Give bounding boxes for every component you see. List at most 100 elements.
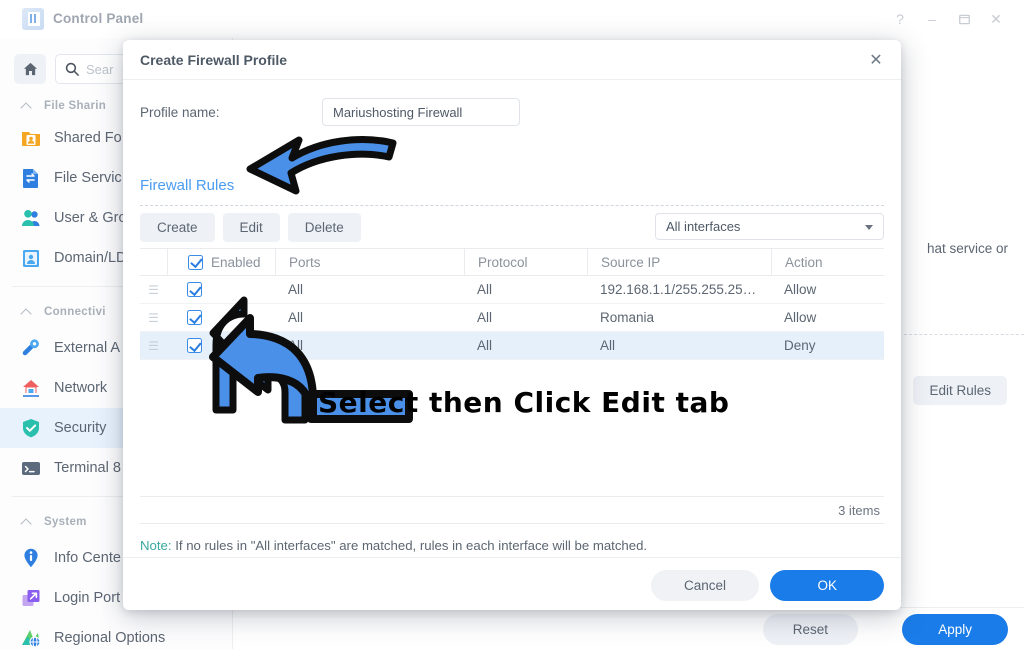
note-text: If no rules in "All interfaces" are matc… — [175, 538, 648, 553]
firewall-rules-heading: Firewall Rules — [140, 177, 235, 194]
external-access-icon — [20, 337, 42, 359]
delete-rule-button[interactable]: Delete — [287, 213, 361, 242]
table-row[interactable]: ☰ All All 192.168.1.1/255.255.25… Allow — [140, 276, 884, 304]
enabled-column-header: Enabled — [167, 249, 275, 275]
action-column-header[interactable]: Action — [771, 249, 884, 275]
home-button[interactable] — [14, 54, 46, 84]
terminal-icon — [20, 457, 42, 479]
window-controls: ? – ✕ — [884, 8, 1012, 30]
note-key: Note: — [140, 538, 172, 553]
help-button[interactable]: ? — [884, 8, 916, 30]
row-source-ip: 192.168.1.1/255.255.25… — [600, 282, 757, 297]
table-header-row: Enabled Ports Protocol Source IP Action — [140, 248, 884, 276]
background-divider — [904, 334, 1024, 335]
sidebar-item-label: Network — [54, 380, 108, 396]
profile-name-row: Profile name: Mariushosting Firewall — [140, 98, 520, 126]
close-button[interactable]: ✕ — [980, 8, 1012, 30]
annotation-text: Select then Click Edit tab — [318, 386, 730, 419]
sidebar-item-label: Login Port — [54, 590, 121, 606]
minimize-button[interactable]: – — [916, 8, 948, 30]
app-root: Control Panel ? – ✕ hat service or Edit … — [0, 0, 1024, 649]
table-row[interactable]: ☰ All All Romania Allow — [140, 304, 884, 332]
drag-handle-icon[interactable]: ☰ — [140, 311, 167, 325]
login-portal-icon — [20, 587, 42, 609]
note-interfaces: Note: If no rules in "All interfaces" ar… — [140, 538, 647, 553]
home-icon — [23, 62, 37, 76]
sidebar-item-label: Shared Fo — [54, 130, 122, 146]
row-enabled-checkbox[interactable] — [187, 310, 202, 325]
sidebar-item-label: User & Gro — [54, 210, 127, 226]
row-action: Deny — [784, 338, 816, 353]
row-ports: All — [288, 310, 304, 325]
chevron-down-icon — [865, 225, 873, 230]
row-action: Allow — [784, 282, 817, 297]
source-ip-column-header[interactable]: Source IP — [587, 249, 771, 275]
row-protocol: All — [477, 310, 493, 325]
sidebar-item-label: Security — [54, 420, 107, 436]
dialog-footer: Cancel OK — [123, 557, 901, 610]
create-firewall-profile-dialog: Create Firewall Profile ✕ Profile name: … — [123, 40, 901, 610]
sidebar-item-label: Domain/LD — [54, 250, 127, 266]
sidebar-group-label: System — [44, 516, 87, 528]
profile-name-label: Profile name: — [140, 104, 220, 120]
row-action: Allow — [784, 310, 817, 325]
interface-select[interactable]: All interfaces — [655, 213, 884, 240]
file-services-icon — [20, 167, 42, 189]
sidebar-item-label: Terminal 8 — [54, 460, 121, 476]
row-enabled-cell — [167, 276, 275, 303]
rules-toolbar: Create Edit Delete — [140, 213, 361, 242]
row-source-ip: All — [600, 338, 616, 353]
cancel-button[interactable]: Cancel — [650, 570, 759, 601]
create-rule-button[interactable]: Create — [140, 213, 215, 242]
search-placeholder: Sear — [86, 61, 114, 77]
search-icon — [65, 62, 79, 76]
regional-options-icon — [20, 627, 42, 649]
reset-button[interactable]: Reset — [762, 614, 858, 645]
row-enabled-cell — [167, 332, 275, 359]
table-row[interactable]: ☰ All All All Deny — [140, 332, 884, 360]
drag-handle-icon[interactable]: ☰ — [140, 283, 167, 297]
background-description-text: hat service or — [926, 241, 1008, 256]
ok-button[interactable]: OK — [770, 570, 884, 601]
row-ports: All — [288, 338, 304, 353]
interface-select-value: All interfaces — [666, 219, 741, 234]
section-divider — [140, 205, 884, 206]
edit-rule-button[interactable]: Edit — [222, 213, 280, 242]
row-protocol: All — [477, 338, 493, 353]
sidebar-item-regional-options[interactable]: Regional Options — [0, 618, 232, 649]
row-enabled-checkbox[interactable] — [187, 282, 202, 297]
sidebar-item-label: File Servic — [54, 170, 122, 186]
shared-folder-icon — [20, 127, 42, 149]
protocol-column-header[interactable]: Protocol — [464, 249, 587, 275]
dialog-title: Create Firewall Profile — [140, 52, 288, 68]
domain-ldap-icon — [20, 247, 42, 269]
chevron-up-icon — [22, 307, 33, 318]
edit-rules-button[interactable]: Edit Rules — [913, 376, 1007, 405]
select-all-checkbox[interactable] — [188, 254, 203, 270]
chevron-up-icon — [22, 101, 33, 112]
row-enabled-checkbox[interactable] — [187, 338, 202, 353]
dialog-header: Create Firewall Profile ✕ — [123, 40, 901, 80]
control-panel-icon — [22, 8, 44, 30]
sidebar-item-label: External A — [54, 340, 121, 356]
window-titlebar: Control Panel ? – ✕ — [0, 0, 1024, 38]
chevron-up-icon — [22, 517, 33, 528]
user-group-icon — [20, 207, 42, 229]
sidebar-group-label: Connectivi — [44, 306, 106, 318]
sidebar-item-label: Info Cente — [54, 550, 121, 566]
profile-name-input[interactable]: Mariushosting Firewall — [322, 98, 520, 126]
drag-handle-icon[interactable]: ☰ — [140, 339, 167, 353]
maximize-button[interactable] — [948, 8, 980, 30]
firewall-rules-table: Enabled Ports Protocol Source IP Action … — [140, 248, 884, 360]
table-footer: 3 items — [140, 496, 884, 524]
apply-button[interactable]: Apply — [902, 614, 1008, 645]
column-label: Enabled — [211, 254, 261, 270]
row-ports: All — [288, 282, 304, 297]
window-title: Control Panel — [53, 11, 144, 26]
close-icon[interactable]: ✕ — [865, 49, 887, 71]
ports-column-header[interactable]: Ports — [275, 249, 464, 275]
security-shield-icon — [20, 417, 42, 439]
info-center-icon — [20, 547, 42, 569]
sidebar-item-label: Regional Options — [54, 630, 166, 646]
sidebar-group-label: File Sharin — [44, 100, 107, 112]
